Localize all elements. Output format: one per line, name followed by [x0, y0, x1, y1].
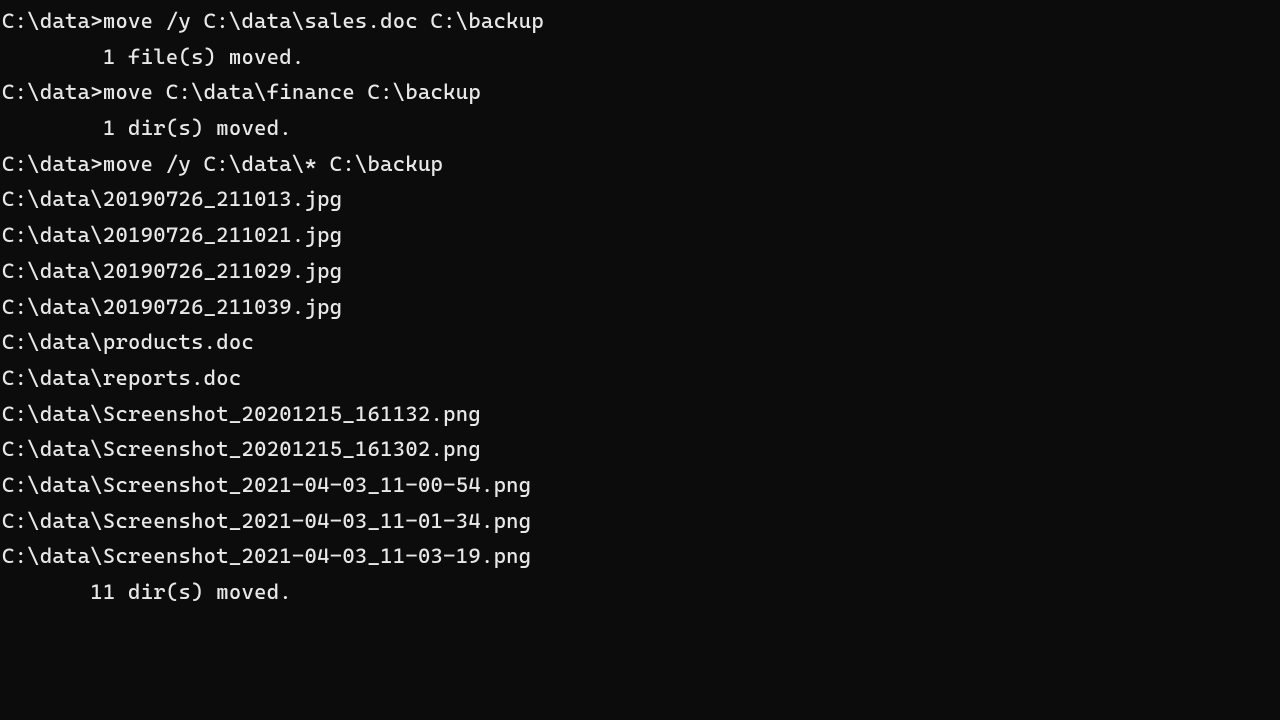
terminal-output[interactable]: C:\data>move /y C:\data\sales.doc C:\bac… [2, 4, 1278, 716]
terminal-line: C:\data\20190726_211013.jpg [2, 182, 1278, 218]
terminal-line: C:\data\Screenshot_20201215_161302.png [2, 432, 1278, 468]
terminal-line: C:\data>move /y C:\data\sales.doc C:\bac… [2, 4, 1278, 40]
terminal-line: C:\data\reports.doc [2, 361, 1278, 397]
terminal-line: C:\data\20190726_211021.jpg [2, 218, 1278, 254]
terminal-line: 1 file(s) moved. [2, 40, 1278, 76]
terminal-line: C:\data\20190726_211039.jpg [2, 290, 1278, 326]
terminal-line: C:\data>move C:\data\finance C:\backup [2, 75, 1278, 111]
terminal-line: C:\data\products.doc [2, 325, 1278, 361]
terminal-line: C:\data>move /y C:\data\* C:\backup [2, 147, 1278, 183]
terminal-line: C:\data\Screenshot_20201215_161132.png [2, 397, 1278, 433]
terminal-line: 11 dir(s) moved. [2, 575, 1278, 611]
terminal-line: C:\data\Screenshot_2021-04-03_11-00-54.p… [2, 468, 1278, 504]
terminal-line: 1 dir(s) moved. [2, 111, 1278, 147]
terminal-line: C:\data\Screenshot_2021-04-03_11-03-19.p… [2, 539, 1278, 575]
terminal-line: C:\data\Screenshot_2021-04-03_11-01-34.p… [2, 504, 1278, 540]
terminal-line: C:\data\20190726_211029.jpg [2, 254, 1278, 290]
